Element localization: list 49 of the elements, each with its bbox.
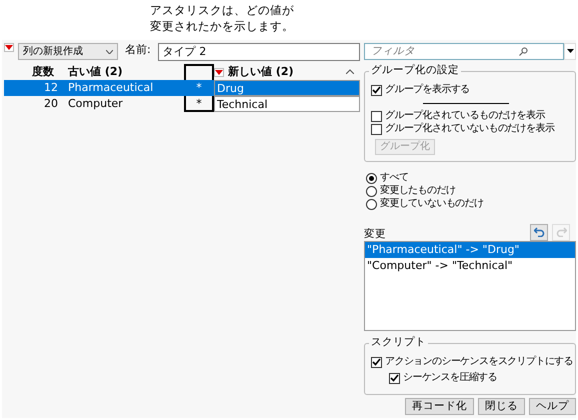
- radio-dot-icon: [369, 176, 374, 181]
- radio-label: 変更していないものだけ: [380, 198, 484, 210]
- dialog-button[interactable]: 閉じる: [478, 398, 525, 415]
- radio-label: 変更したものだけ: [380, 185, 456, 198]
- table-cell-text: Computer: [67, 96, 124, 112]
- filter-field[interactable]: フィルタ: [364, 43, 564, 60]
- table-cell: 12: [4, 80, 64, 96]
- checkbox[interactable]: [389, 372, 400, 384]
- list-item[interactable]: "Pharmaceutical" -> "Drug": [365, 242, 575, 258]
- radio-button[interactable]: [366, 198, 377, 210]
- list-item[interactable]: "Computer" -> "Technical": [365, 258, 575, 274]
- callout-text: 変更されたかを示します。: [150, 18, 295, 34]
- callout-text: アスタリスクは、どの値が: [150, 2, 295, 18]
- radio-button[interactable]: [366, 186, 377, 197]
- checkbox-label: グループ化されていないものだけを表示: [385, 123, 554, 136]
- radio-label: すべて: [380, 172, 408, 184]
- menu-triangle-icon[interactable]: [4, 43, 14, 52]
- changes-label: 変更: [364, 228, 386, 241]
- checkbox[interactable]: [371, 110, 382, 122]
- checkbox[interactable]: [371, 356, 382, 368]
- column-header[interactable]: 新しい値 (2): [228, 64, 294, 80]
- checkbox[interactable]: [371, 124, 382, 135]
- chevron-icon: [106, 50, 113, 54]
- checkbox-label: シーケンスを圧縮する: [403, 372, 498, 384]
- name-field[interactable]: タイプ 2: [158, 43, 360, 61]
- table-cell[interactable]: Drug: [214, 80, 360, 96]
- checkbox-label: グループ化されているものだけを表示: [385, 110, 545, 122]
- dialog-button[interactable]: 再コード化: [405, 398, 474, 415]
- column-header[interactable]: 度数: [32, 65, 54, 78]
- table-cell: *: [184, 80, 214, 96]
- menu-triangle-icon[interactable]: [214, 68, 224, 76]
- checkbox-label: グループを表示する: [385, 84, 470, 96]
- table-cell: Pharmaceutical: [64, 80, 184, 96]
- group-title: スクリプト: [369, 336, 428, 348]
- sort-caret-icon[interactable]: [346, 69, 354, 74]
- checkbox-label: アクションのシーケンスをスクリプトにする: [385, 356, 574, 368]
- undo-icon[interactable]: [530, 224, 548, 241]
- column-header[interactable]: 古い値 (2): [68, 65, 123, 78]
- group-title: グループ化の設定: [369, 64, 461, 76]
- new-column-dropdown[interactable]: 列の新規作成: [18, 43, 118, 60]
- table-cell-text: 20: [43, 96, 59, 112]
- table-cell[interactable]: Technical: [214, 96, 360, 112]
- filter-input[interactable]: フィルタ: [369, 44, 519, 59]
- dialog-button[interactable]: ヘルプ: [529, 398, 576, 415]
- radio-button[interactable]: [366, 172, 377, 184]
- search-icon: [519, 46, 528, 56]
- checkbox[interactable]: [371, 84, 382, 96]
- name-label: 名前:: [124, 43, 152, 56]
- table-cell-text: *: [195, 96, 203, 112]
